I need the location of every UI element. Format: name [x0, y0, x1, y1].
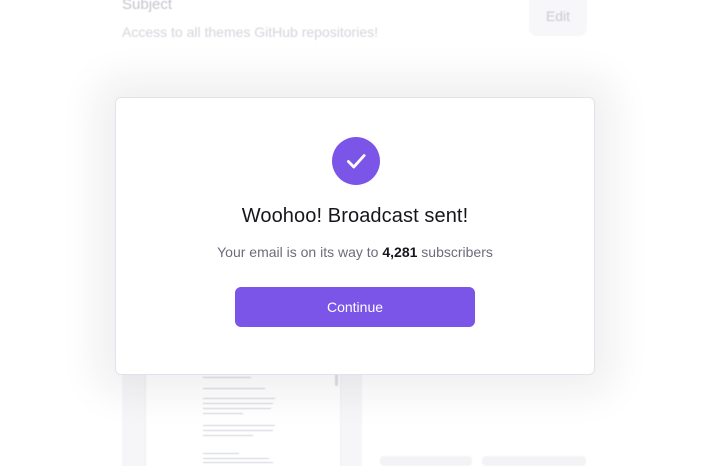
preview-text-line: [203, 462, 273, 463]
preview-text-line: [203, 377, 251, 378]
preview-text-line: [203, 388, 265, 389]
preview-text-line: [203, 458, 269, 459]
success-badge: [332, 137, 380, 185]
message-suffix: subscribers: [417, 244, 493, 260]
success-modal: Woohoo! Broadcast sent! Your email is on…: [115, 97, 595, 375]
subject-label: Subject: [122, 0, 173, 13]
message-prefix: Your email is on its way to: [217, 244, 383, 260]
subscriber-count: 4,281: [382, 244, 418, 260]
continue-button[interactable]: Continue: [235, 287, 475, 327]
background-pill: [380, 456, 472, 466]
modal-title: Woohoo! Broadcast sent!: [241, 205, 469, 227]
subject-value: Access to all themes GitHub repositories…: [122, 24, 378, 40]
preview-text-line: [203, 403, 273, 404]
modal-message: Your email is on its way to 4,281 subscr…: [116, 244, 594, 260]
page: Subject Access to all themes GitHub repo…: [0, 0, 724, 466]
edit-subject-button[interactable]: Edit: [529, 0, 587, 36]
preview-text-line: [203, 453, 239, 454]
preview-text-line: [203, 398, 275, 399]
preview-text-line: [203, 408, 271, 409]
preview-text-line: [203, 435, 253, 436]
checkmark-icon: [347, 154, 366, 169]
preview-text-line: [203, 413, 243, 414]
preview-text-line: [203, 425, 275, 426]
background-pill: [482, 456, 586, 466]
preview-text-line: [203, 430, 273, 431]
